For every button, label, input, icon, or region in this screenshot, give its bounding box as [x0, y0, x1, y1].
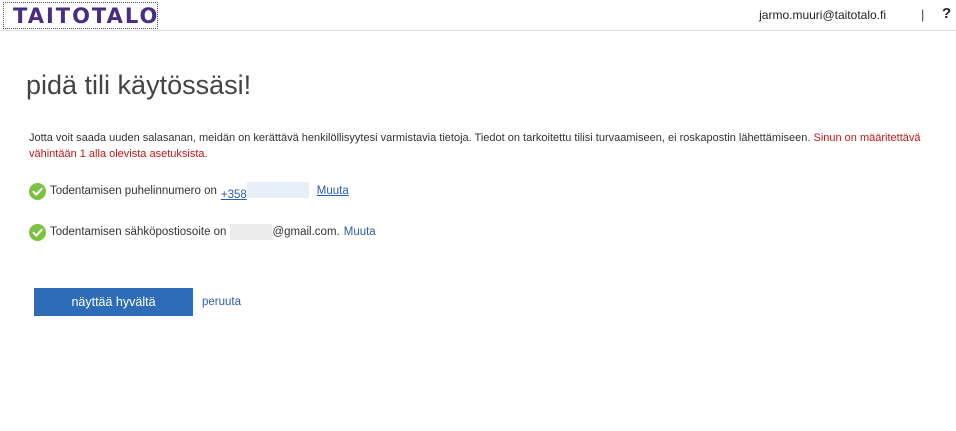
intro-text: Jotta voit saada uuden salasanan, meidän…: [29, 132, 811, 144]
phone-number-link[interactable]: +358: [220, 181, 313, 201]
header-separator: |: [921, 7, 925, 22]
phone-redaction: [246, 181, 309, 198]
change-email-link[interactable]: Muuta: [344, 226, 376, 238]
signed-in-user-email[interactable]: jarmo.muuri@taitotalo.fi: [759, 8, 886, 22]
phone-verification-row: Todentamisen puhelinnumero on +358 Muuta: [29, 181, 349, 201]
help-button[interactable]: ?: [942, 5, 951, 22]
top-bar: TAITOTALO jarmo.muuri@taitotalo.fi | ?: [0, 0, 956, 31]
email-verification-row: Todentamisen sähköpostiosoite on @gmail.…: [29, 222, 376, 242]
email-redaction: [230, 224, 273, 240]
change-phone-link[interactable]: Muuta: [317, 185, 349, 197]
email-domain: @gmail.com.: [272, 226, 340, 238]
check-circle-icon: [29, 223, 46, 241]
looks-good-button[interactable]: näyttää hyvältä: [34, 288, 193, 316]
email-label: Todentamisen sähköpostiosoite on: [50, 226, 227, 238]
cancel-link[interactable]: peruuta: [202, 296, 241, 308]
phone-label: Todentamisen puhelinnumero on: [50, 185, 217, 197]
intro-paragraph: Jotta voit saada uuden salasanan, meidän…: [29, 130, 934, 162]
phone-prefix: +358: [220, 188, 247, 201]
page-title: pidä tili käytössäsi!: [26, 70, 252, 100]
logo-link[interactable]: TAITOTALO: [3, 2, 158, 29]
taitotalo-logo: TAITOTALO: [13, 4, 160, 28]
check-circle-icon: [29, 182, 46, 200]
